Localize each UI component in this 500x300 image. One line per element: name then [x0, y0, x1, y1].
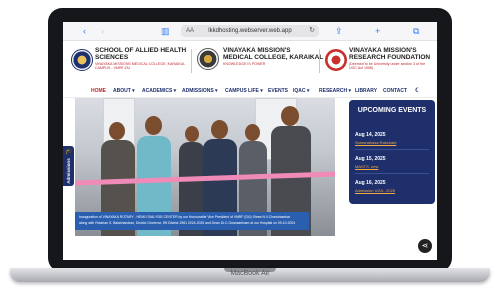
org3-line1: VINAYAKA MISSION'S — [349, 47, 417, 54]
nav-iqac[interactable]: IQAC ▾ — [293, 87, 309, 95]
nav-home[interactable]: HOME — [91, 87, 106, 95]
dark-mode-icon[interactable]: ☾ — [415, 87, 420, 95]
nav-research[interactable]: RESEARCH ▾ — [319, 87, 351, 95]
foundation-logo[interactable] — [325, 49, 347, 71]
share-icon[interactable]: ⇪ — [335, 25, 343, 37]
event-link[interactable]: MASTS, new — [355, 164, 378, 169]
person-head — [245, 124, 260, 141]
org1-subtitle: VINAYAKA MISSIONS MEDICAL COLLEGE, KARAI… — [95, 62, 186, 70]
reload-icon[interactable]: ↻ — [309, 26, 315, 36]
nav-campus-life[interactable]: CAMPUS LIFE ▾ — [225, 87, 263, 95]
event-link[interactable]: Admission UG/L, 2025 — [355, 188, 395, 193]
upcoming-events-panel: UPCOMING EVENTS Aug 14, 2025 Somanahasa … — [349, 100, 435, 204]
org1-line2: SCIENCES — [95, 54, 129, 61]
admissions-side-tab[interactable]: 🎓 Admissions — [63, 146, 74, 186]
nav-admissions[interactable]: ADMISSIONS ▾ — [182, 87, 218, 95]
org1-title: SCHOOL OF ALLIED HEALTH SCIENCES — [95, 47, 186, 61]
caption-line-1: Inauguration of VINAYAKA ROTARY - HEMO D… — [79, 215, 291, 219]
tabs-overview-icon[interactable]: ⧉ — [413, 25, 419, 37]
person-head — [145, 116, 162, 135]
event-date: Aug 14, 2025 — [355, 132, 386, 138]
person-head — [109, 122, 125, 140]
person-head — [211, 120, 228, 139]
url-text[interactable]: lkkdhosting.webserver.web.app — [197, 26, 303, 36]
nav-about[interactable]: ABOUT ▾ — [113, 87, 135, 95]
org2-title: VINAYAKA MISSION'S MEDICAL COLLEGE, KARA… — [223, 47, 323, 61]
person-head — [185, 126, 199, 142]
sidebar-icon[interactable]: ▥ — [161, 25, 170, 37]
header-divider — [319, 49, 320, 73]
admissions-tab-label: Admissions — [66, 158, 71, 184]
caption-line-2: along with Rotarian S. Balachandran, Dis… — [79, 221, 296, 225]
screen: ‹ › ▥ AA lkkdhosting.webserver.web.app ↻… — [63, 22, 437, 260]
nav-library[interactable]: LIBRARY — [355, 87, 377, 95]
header-divider — [191, 49, 192, 73]
share-nodes-icon: ⋖ — [421, 241, 429, 250]
forward-icon[interactable]: › — [101, 25, 104, 37]
org3-subtitle: (Deemed to be University under section 3… — [349, 62, 426, 70]
back-icon[interactable]: ‹ — [83, 25, 86, 37]
event-date: Aug 15, 2025 — [355, 156, 386, 162]
event-date: Aug 16, 2025 — [355, 180, 386, 186]
school-logo[interactable] — [71, 49, 93, 71]
slide-caption: Inauguration of VINAYAKA ROTARY - HEMO D… — [75, 212, 309, 230]
person-head — [281, 106, 299, 126]
nav-academics[interactable]: ACADEMICS ▾ — [142, 87, 176, 95]
org3-title: VINAYAKA MISSION'S RESEARCH FOUNDATION — [349, 47, 430, 61]
nav-events[interactable]: EVENTS — [268, 87, 288, 95]
org2-line1: VINAYAKA MISSION'S — [223, 47, 291, 54]
event-link[interactable]: Somanahasa Rakshabi — [355, 140, 396, 145]
text-size-button[interactable]: AA — [186, 26, 194, 36]
events-title: UPCOMING EVENTS — [357, 107, 427, 114]
event-divider — [355, 149, 429, 150]
nav-contact[interactable]: CONTACT — [383, 87, 407, 95]
site-header: SCHOOL OF ALLIED HEALTH SCIENCES VINAYAK… — [63, 41, 437, 85]
hero-slider: Inauguration of VINAYAKA ROTARY - HEMO D… — [63, 98, 343, 260]
new-tab-icon[interactable]: + — [375, 25, 380, 37]
college-logo[interactable] — [197, 48, 219, 70]
address-bar[interactable]: AA lkkdhosting.webserver.web.app ↻ — [181, 25, 319, 37]
browser-toolbar: ‹ › ▥ AA lkkdhosting.webserver.web.app ↻… — [63, 22, 437, 41]
event-divider — [355, 173, 429, 174]
org3-line2: RESEARCH FOUNDATION — [349, 54, 431, 61]
org1-line1: SCHOOL OF ALLIED HEALTH — [95, 47, 187, 54]
floating-share-button[interactable]: ⋖ — [418, 239, 432, 253]
org2-line2: MEDICAL COLLEGE, KARAIKAL — [223, 54, 324, 61]
device-label: MacBook Air — [230, 270, 270, 277]
org2-subtitle: KNOWLEDGE IS POWER — [223, 62, 266, 66]
main-nav: HOME ABOUT ▾ ACADEMICS ▾ ADMISSIONS ▾ CA… — [63, 85, 437, 98]
